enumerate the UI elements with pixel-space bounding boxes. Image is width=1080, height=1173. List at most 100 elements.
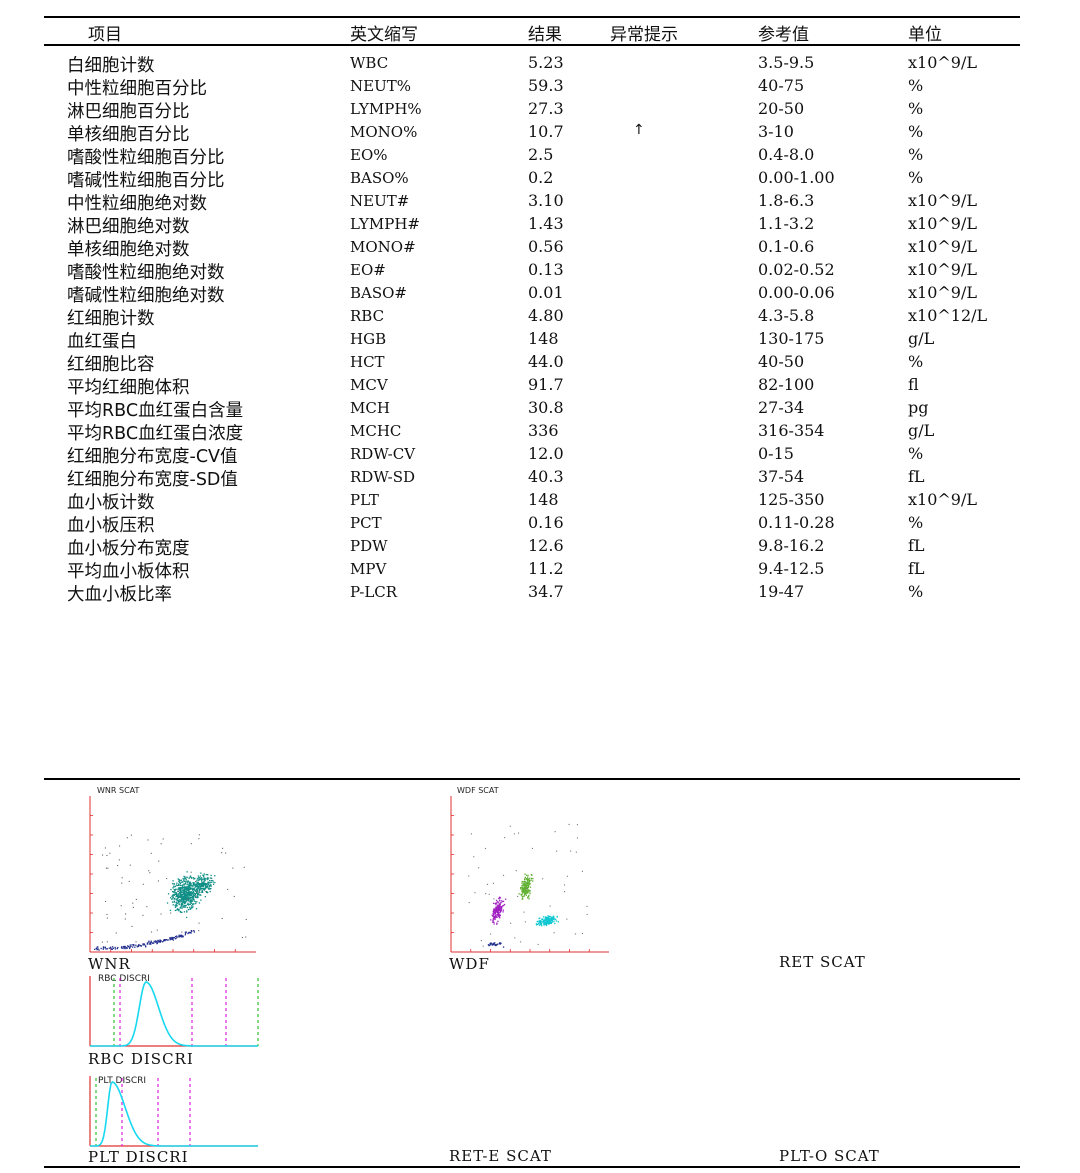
scatter-dot (549, 922, 551, 924)
table-row: 血小板计数 PLT 148 125-350 x10^9/L (0, 488, 1080, 513)
item-name: 大血小板比率 (67, 585, 172, 605)
item-reference: 9.8-16.2 (758, 536, 825, 555)
scatter-dot (492, 921, 494, 923)
scatter-dot (186, 895, 189, 897)
scatter-dot (166, 878, 168, 880)
scatter-dot (492, 915, 494, 917)
scatter-dot (502, 909, 504, 911)
scatter-dot (528, 881, 531, 883)
item-abbr: PLT (350, 491, 379, 509)
scatter-dot (551, 920, 553, 922)
scatter-dot (542, 919, 545, 921)
scatter-dot (531, 847, 533, 849)
scatter-dot (498, 915, 500, 917)
scatter-dot (124, 945, 126, 948)
distribution-curve (90, 981, 258, 1047)
scatter-dot (497, 902, 499, 904)
scatter-dot (524, 878, 526, 880)
scatter-dot (181, 894, 183, 896)
rbc-histogram (89, 976, 259, 1047)
item-abbr: MPV (350, 560, 387, 578)
scatter-dot (146, 906, 148, 908)
scatter-dot (165, 939, 167, 941)
scatter-dot (120, 905, 122, 907)
header-unit: 单位 (908, 25, 942, 45)
scatter-dot (179, 894, 181, 896)
scatter-dot (101, 941, 103, 943)
item-result: 4.80 (528, 306, 564, 325)
scatter-dot (176, 882, 178, 884)
scatter-dot (174, 938, 177, 940)
scatter-dot (205, 883, 207, 885)
scatter-dot (117, 865, 119, 867)
table-row: 平均RBC血红蛋白浓度 MCHC 336 316-354 g/L (0, 419, 1080, 444)
scatter-dot (184, 896, 187, 899)
scatter-dot (539, 924, 541, 926)
scatter-dot (545, 918, 547, 920)
scatter-dot (167, 939, 169, 941)
scatter-dot (529, 891, 531, 893)
scatter-dot (530, 879, 532, 881)
scatter-dot (198, 902, 201, 904)
scatter-dot (143, 943, 145, 945)
table-row: 红细胞分布宽度-CV值 RDW-CV 12.0 0-15% (0, 442, 1080, 467)
scatter-dot (185, 879, 187, 881)
scatter-dot (166, 902, 169, 904)
item-unit: x10^12/L (908, 306, 988, 325)
scatter-dot (185, 883, 187, 885)
scatter-dot (241, 937, 243, 939)
header-abbr: 英文缩写 (350, 25, 418, 45)
scatter-dot (526, 891, 528, 893)
item-unit: % (908, 168, 924, 187)
scatter-dot (493, 911, 495, 913)
table-row: 嗜酸性粒细胞绝对数 EO# 0.13 0.02-0.52 x10^9/L (0, 258, 1080, 283)
scatter-dot (142, 883, 144, 885)
scatter-dot (574, 933, 576, 935)
item-unit: x10^9/L (908, 260, 977, 279)
item-abbr: PDW (350, 537, 388, 555)
scatter-dot (169, 909, 172, 911)
scatter-dot (521, 880, 523, 883)
scatter-dot (184, 901, 186, 903)
scatter-dot (502, 946, 505, 948)
scatter-dot (586, 905, 588, 907)
item-reference: 3.5-9.5 (758, 53, 815, 72)
scatter-dot (182, 885, 184, 887)
item-reference: 125-350 (758, 490, 825, 509)
scatter-dot (544, 923, 546, 925)
scatter-dot (201, 885, 203, 888)
scatter-dot (494, 914, 496, 916)
scatter-dot (174, 897, 176, 900)
scatter-dot (524, 881, 526, 883)
scatter-dot (203, 888, 205, 890)
scatter-dot (497, 906, 500, 908)
scatter-dot (498, 942, 501, 945)
scatter-dot (184, 886, 186, 888)
scatter-dot (186, 897, 188, 899)
scatter-dot (179, 884, 181, 886)
scatter-dot (115, 932, 117, 934)
scatter-dot (128, 946, 130, 948)
scatter-dot (210, 885, 212, 887)
scatter-dot (221, 917, 223, 919)
distribution-curve (90, 1081, 258, 1147)
scatter-dot (537, 943, 539, 945)
scatter-dot (199, 891, 201, 894)
item-result: 12.0 (528, 444, 564, 463)
scatter-dot (547, 915, 549, 917)
scatter-dot (184, 898, 186, 900)
scatter-dot (180, 879, 183, 881)
scatter-dot (555, 920, 558, 922)
scatter-dot (148, 870, 150, 872)
scatter-dot (494, 903, 496, 905)
scatter-dot (173, 894, 175, 896)
scatter-dot (557, 921, 559, 923)
item-result: 0.56 (528, 237, 564, 256)
scatter-dot (499, 911, 501, 914)
scatter-dot (180, 896, 182, 898)
item-abbr: RDW-CV (350, 445, 416, 463)
scatter-dot (495, 899, 498, 901)
scatter-dot (191, 888, 193, 890)
scatter-dot (528, 894, 530, 897)
scatter-dot (190, 896, 192, 898)
